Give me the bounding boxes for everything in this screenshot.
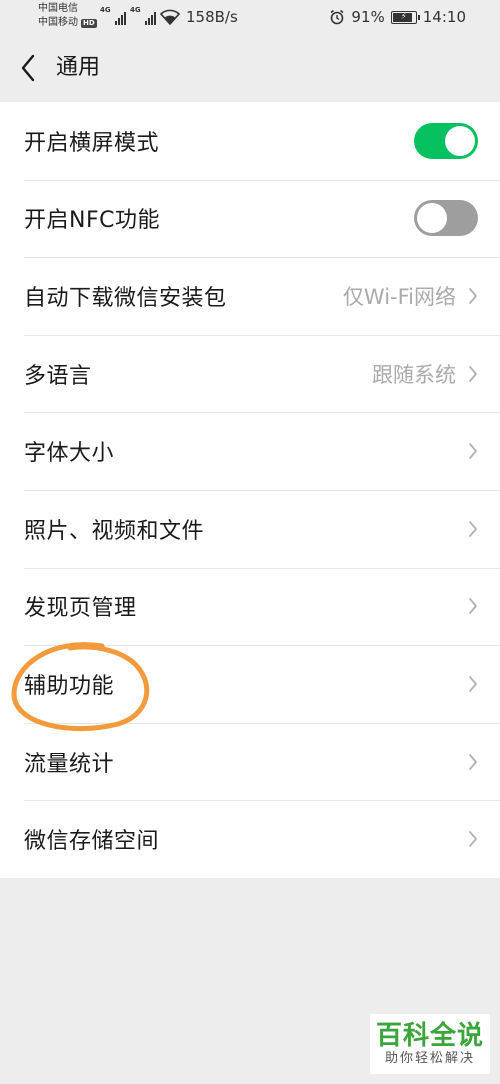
chevron-right-icon xyxy=(469,831,477,848)
chevron-left-icon xyxy=(21,54,35,82)
cell-signal-2-icon: 4G xyxy=(130,6,156,26)
net-type-1: 4G xyxy=(100,6,111,14)
settings-row-label: 辅助功能 xyxy=(24,673,115,699)
settings-row[interactable]: 微信存储空间 xyxy=(0,800,500,878)
settings-row-label: 开启横屏模式 xyxy=(24,130,160,156)
page-title: 通用 xyxy=(56,55,101,80)
carrier-info: 中国电信 中国移动 HD xyxy=(38,2,97,30)
watermark-main: 百科全说 xyxy=(375,1021,484,1051)
charging-bolt-icon: ⚡ xyxy=(400,12,407,22)
settings-row-right xyxy=(468,830,478,848)
settings-row-right xyxy=(468,597,478,615)
cell-signal-1-icon: 4G xyxy=(100,6,126,26)
settings-row-right: 仅Wi-Fi网络 xyxy=(343,281,478,311)
settings-row-right xyxy=(468,520,478,538)
carrier-2-name: 中国移动 xyxy=(38,17,78,28)
alarm-icon xyxy=(330,9,344,25)
chevron-right-icon xyxy=(469,288,477,304)
net-type-2: 4G xyxy=(130,6,141,14)
status-bar: 中国电信 中国移动 HD 4G 4G 158B/s 91% ⚡ 14:10 xyxy=(0,0,500,34)
settings-row-label: 多语言 xyxy=(24,363,92,389)
settings-row-label: 微信存储空间 xyxy=(24,829,160,855)
settings-row-right xyxy=(468,442,478,460)
carrier-1-name: 中国电信 xyxy=(38,3,78,14)
settings-row-label: 自动下载微信安装包 xyxy=(24,285,227,311)
settings-row[interactable]: 发现页管理 xyxy=(0,567,500,646)
settings-row-label: 开启NFC功能 xyxy=(24,208,160,234)
watermark-sub: 助你轻松解决 xyxy=(384,1051,475,1066)
toggle-switch[interactable] xyxy=(414,200,478,237)
chevron-right-icon xyxy=(469,443,477,460)
clock-time: 14:10 xyxy=(422,8,466,26)
settings-row[interactable]: 多语言 跟随系统 xyxy=(0,334,500,413)
wifi-icon xyxy=(160,9,180,25)
settings-list: 开启横屏模式 开启NFC功能自动下载微信安装包 仅Wi-Fi网络多语言 跟随系统字体大… xyxy=(0,102,500,878)
chevron-right-icon xyxy=(469,520,477,537)
toggle-knob xyxy=(445,125,475,156)
hd-badge: HD xyxy=(81,18,97,28)
settings-row[interactable]: 照片、视频和文件 xyxy=(0,489,500,568)
nav-bar: 通用 xyxy=(0,34,500,102)
settings-row[interactable]: 字体大小 xyxy=(0,412,500,490)
watermark-logo: 百科全说 助你轻松解决 xyxy=(370,1014,490,1074)
toggle-knob xyxy=(417,203,447,234)
chevron-right-icon xyxy=(469,676,477,692)
settings-row-label: 字体大小 xyxy=(24,441,115,467)
settings-row[interactable]: 流量统计 xyxy=(0,722,500,801)
settings-row-value: 跟随系统 xyxy=(372,362,456,387)
network-speed: 158B/s xyxy=(186,8,238,26)
settings-row-label: 发现页管理 xyxy=(24,596,137,622)
settings-row[interactable]: 开启NFC功能 xyxy=(0,179,500,258)
chevron-right-icon xyxy=(469,598,477,615)
settings-row-right xyxy=(468,675,478,693)
chevron-right-icon xyxy=(469,753,477,770)
settings-row-label: 流量统计 xyxy=(24,751,115,777)
settings-row-label: 照片、视频和文件 xyxy=(24,518,205,544)
toggle-switch[interactable] xyxy=(414,122,478,159)
settings-row[interactable]: 自动下载微信安装包 仅Wi-Fi网络 xyxy=(0,257,500,335)
settings-row-right xyxy=(468,753,478,771)
chevron-right-icon xyxy=(469,365,477,382)
signal-indicators: 4G 4G 158B/s xyxy=(100,6,238,27)
settings-row[interactable]: 辅助功能 xyxy=(0,645,500,723)
battery-percent: 91% xyxy=(351,8,385,26)
back-button[interactable] xyxy=(12,50,44,86)
settings-row-right: 跟随系统 xyxy=(372,359,478,389)
battery-icon: ⚡ xyxy=(390,10,420,24)
settings-row[interactable]: 开启横屏模式 xyxy=(0,102,500,180)
settings-row-value: 仅Wi-Fi网络 xyxy=(342,284,456,309)
status-right: 91% ⚡ 14:10 xyxy=(329,7,466,27)
